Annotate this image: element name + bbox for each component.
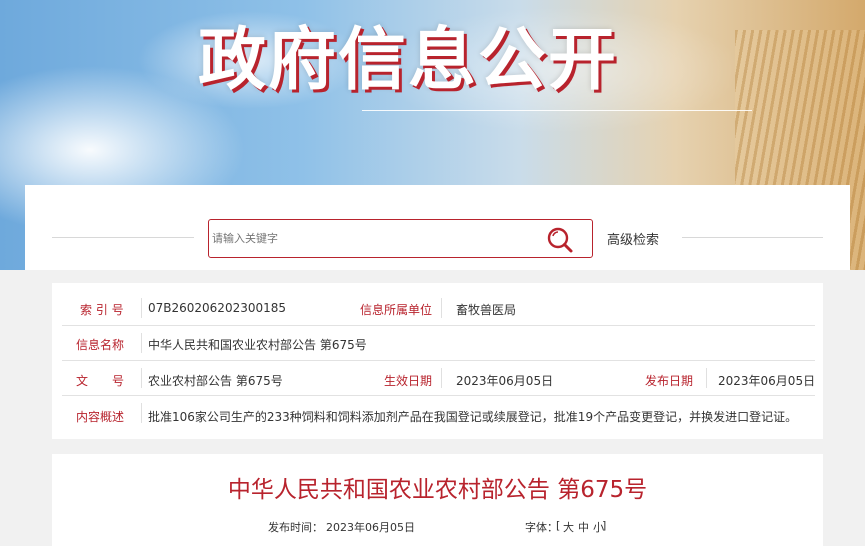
row-separator bbox=[441, 298, 442, 318]
publish-date-label: 发布日期 bbox=[645, 374, 694, 388]
font-bracket-open: [ bbox=[556, 519, 561, 532]
index-no-value: 07B260206202300185 bbox=[148, 301, 287, 315]
search-box bbox=[208, 219, 593, 258]
row-separator bbox=[141, 333, 142, 353]
publish-time-label: 发布时间： bbox=[268, 521, 323, 534]
publish-date-value: 2023年06月05日 bbox=[718, 374, 816, 388]
name-label: 信息名称 bbox=[76, 338, 125, 352]
font-size-large[interactable]: 大 bbox=[563, 519, 574, 535]
summary-label: 内容概述 bbox=[76, 410, 125, 424]
effective-date-value: 2023年06月05日 bbox=[456, 374, 554, 388]
document-title: 中华人民共和国农业农村部公告 第675号 bbox=[227, 477, 648, 503]
name-value: 中华人民共和国农业农村部公告 第675号 bbox=[148, 338, 367, 352]
unit-value: 畜牧兽医局 bbox=[456, 303, 517, 317]
font-bracket-close: ] bbox=[602, 519, 607, 532]
search-input[interactable] bbox=[209, 223, 529, 254]
search-icon[interactable] bbox=[546, 226, 574, 254]
doc-no-value: 农业农村部公告 第675号 bbox=[148, 374, 283, 388]
row-separator bbox=[141, 368, 142, 388]
page-title: 政府信息公开 bbox=[198, 21, 619, 100]
unit-label: 信息所属单位 bbox=[360, 303, 433, 317]
search-divider-right bbox=[682, 237, 823, 238]
summary-value: 批准106家公司生产的233种饲料和饲料添加剂产品在我国登记或续展登记，批准19… bbox=[148, 410, 798, 424]
row-separator bbox=[141, 403, 142, 423]
effective-date-label: 生效日期 bbox=[384, 374, 433, 388]
row-separator bbox=[141, 298, 142, 318]
info-row-index: 索 引 号 07B260206202300185 信息所属单位 畜牧兽医局 bbox=[62, 292, 815, 326]
row-separator bbox=[441, 368, 442, 388]
info-row-name: 信息名称 中华人民共和国农业农村部公告 第675号 bbox=[62, 327, 815, 361]
search-divider-left bbox=[52, 237, 194, 238]
publish-time-value: 2023年06月05日 bbox=[326, 521, 415, 534]
banner-divider bbox=[362, 110, 752, 111]
font-size-medium[interactable]: 中 bbox=[578, 519, 589, 535]
advanced-search-link[interactable]: 高级检索 bbox=[607, 229, 659, 248]
info-row-docno: 文 号 农业农村部公告 第675号 生效日期 2023年06月05日 发布日期 … bbox=[62, 362, 815, 396]
info-row-summary: 内容概述 批准106家公司生产的233种饲料和饲料添加剂产品在我国登记或续展登记… bbox=[62, 397, 815, 431]
row-separator bbox=[706, 368, 707, 388]
font-size-label: 字体： bbox=[525, 521, 558, 534]
index-no-label: 索 引 号 bbox=[80, 303, 124, 317]
doc-no-label: 文 号 bbox=[76, 374, 125, 388]
